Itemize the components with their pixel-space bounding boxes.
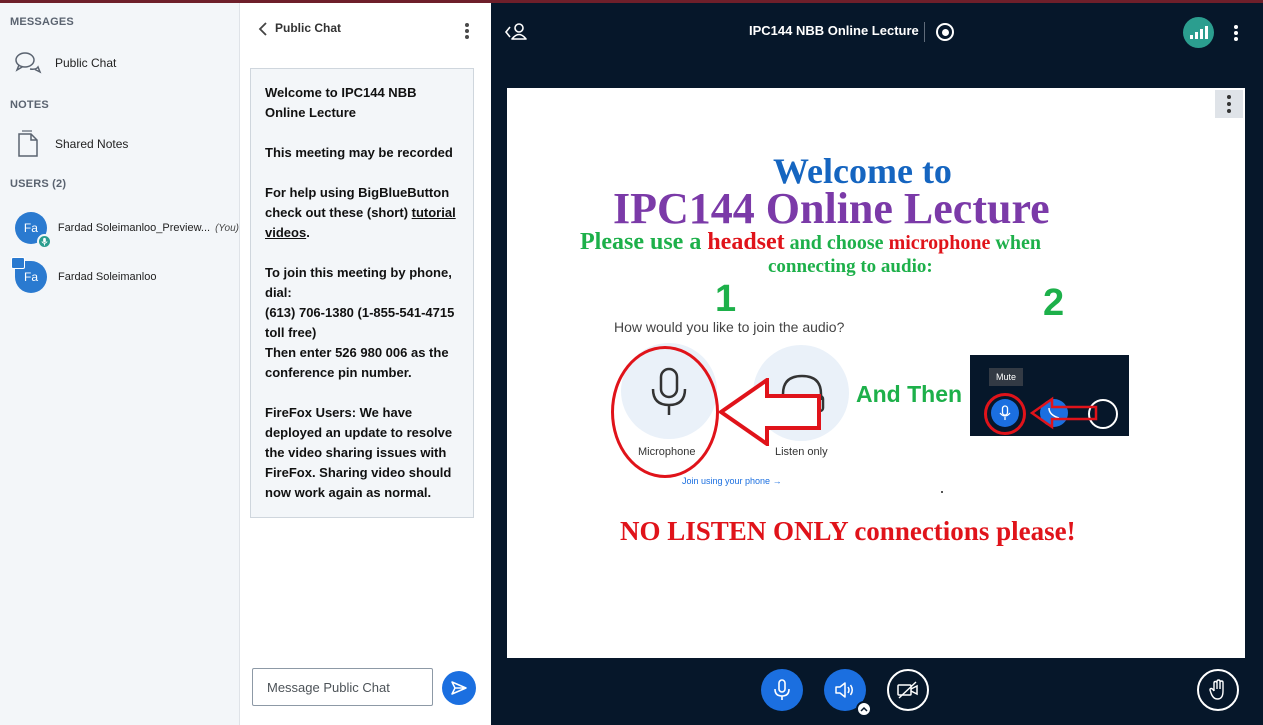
and-then-text: And Then xyxy=(856,381,963,407)
video-button[interactable] xyxy=(887,669,929,711)
send-icon xyxy=(451,681,467,695)
user-list-panel: MESSAGES Public Chat NOTES Shared Notes … xyxy=(0,3,240,725)
join-by-phone-link: Join using your phone → xyxy=(682,476,782,486)
send-button[interactable] xyxy=(442,671,476,705)
presenter-icon xyxy=(11,257,25,269)
slide-dot xyxy=(941,491,943,493)
microphone-status-icon xyxy=(36,234,52,249)
phone-intro: To join this meeting by phone, dial: xyxy=(265,265,452,300)
toggle-userlist-icon[interactable] xyxy=(503,20,531,44)
presentation-slide: Welcome to IPC144 Online Lecture Please … xyxy=(507,88,1245,658)
phone-number: (613) 706-1380 (1-855-541-4715 toll free… xyxy=(265,305,455,340)
back-chevron-icon[interactable] xyxy=(254,19,274,39)
audio-settings-button[interactable] xyxy=(824,669,872,717)
user-item-self[interactable]: Fa Fardad Soleimanloo_Preview... (You) xyxy=(0,206,239,250)
phone-dial-info: To join this meeting by phone, dial: (613… xyxy=(265,263,459,383)
video-off-icon xyxy=(897,681,918,699)
instr-please: Please use a xyxy=(580,229,708,255)
messages-section-title: MESSAGES xyxy=(10,16,74,28)
welcome-message: Welcome to IPC144 NBB Online Lecture Thi… xyxy=(250,68,474,518)
chat-bubbles-icon xyxy=(14,49,42,77)
conference-pin: Then enter 526 980 006 as the conference… xyxy=(265,345,449,380)
help-text-end: . xyxy=(306,225,310,240)
red-arrow-graphic xyxy=(719,378,821,446)
recording-notice: This meeting may be recorded xyxy=(265,145,453,160)
speaker-icon xyxy=(835,682,853,698)
meeting-title: IPC144 NBB Online Lecture xyxy=(749,23,919,38)
instr-headset: headset xyxy=(707,229,785,255)
instr-when: when xyxy=(990,232,1041,254)
avatar-initials: Fa xyxy=(23,221,38,235)
chat-panel: Public Chat Welcome to IPC144 NBB Online… xyxy=(240,3,491,725)
slide-instruction-line2: connecting to audio: xyxy=(768,256,933,277)
slide-course-heading: IPC144 Online Lecture xyxy=(613,184,1050,233)
user-name: Fardad Soleimanloo xyxy=(58,271,157,283)
mute-mic-icon xyxy=(999,405,1011,420)
raise-hand-button[interactable] xyxy=(1197,669,1239,711)
step-one-number: 1 xyxy=(715,278,737,320)
slide-options-kebab-icon[interactable] xyxy=(1215,90,1243,118)
small-red-arrow-graphic xyxy=(1030,396,1098,430)
avatar-initials: Fa xyxy=(23,270,38,284)
instr-choose: and choose xyxy=(784,232,889,254)
audio-join-question: How would you like to join the audio? xyxy=(614,319,845,335)
listen-only-option-label: Listen only xyxy=(775,446,828,458)
presentation-area: IPC144 NBB Online Lecture Welcome to IPC… xyxy=(491,3,1263,725)
instr-microphone: microphone xyxy=(888,232,991,254)
no-listen-only-warning: NO LISTEN ONLY connections please! xyxy=(620,516,1076,546)
connection-status-icon[interactable] xyxy=(1183,17,1214,48)
avatar: Fa xyxy=(11,257,47,293)
record-icon[interactable] xyxy=(936,23,954,41)
user-item[interactable]: Fa Fardad Soleimanloo xyxy=(0,255,239,299)
hand-icon xyxy=(1209,679,1224,700)
step-two-number: 2 xyxy=(1043,282,1065,324)
microphone-icon xyxy=(774,679,790,700)
options-kebab-icon[interactable] xyxy=(1230,23,1242,43)
help-text: For help using BigBlueButton check out t… xyxy=(265,183,459,243)
message-input[interactable] xyxy=(252,668,433,706)
microphone-button[interactable] xyxy=(761,669,803,711)
slide-instruction: Please use a headset and choose micropho… xyxy=(580,229,1041,256)
notes-section-title: NOTES xyxy=(10,99,49,111)
header-divider xyxy=(924,22,925,42)
firefox-notice: FireFox Users: We have deployed an updat… xyxy=(265,405,453,500)
user-name: Fardad Soleimanloo_Preview... xyxy=(57,222,211,234)
public-chat-label: Public Chat xyxy=(55,56,117,70)
shared-notes-item[interactable]: Shared Notes xyxy=(0,124,239,164)
welcome-text: Welcome to IPC144 NBB Online Lecture xyxy=(265,85,417,120)
public-chat-item[interactable]: Public Chat xyxy=(0,43,239,83)
document-icon xyxy=(14,130,42,158)
mute-button-screenshot: Mute xyxy=(970,355,1129,436)
chat-options-kebab-icon[interactable] xyxy=(461,21,473,41)
microphone-option-label: Microphone xyxy=(638,446,696,458)
mute-tooltip: Mute xyxy=(989,368,1023,386)
chevron-up-icon[interactable] xyxy=(856,701,872,717)
microphone-highlight-circle xyxy=(611,346,719,478)
users-section-title: USERS (2) xyxy=(10,178,67,190)
avatar: Fa xyxy=(15,212,52,249)
chat-title: Public Chat xyxy=(275,21,342,35)
you-indicator: (You) xyxy=(215,222,239,234)
shared-notes-label: Shared Notes xyxy=(55,137,129,151)
